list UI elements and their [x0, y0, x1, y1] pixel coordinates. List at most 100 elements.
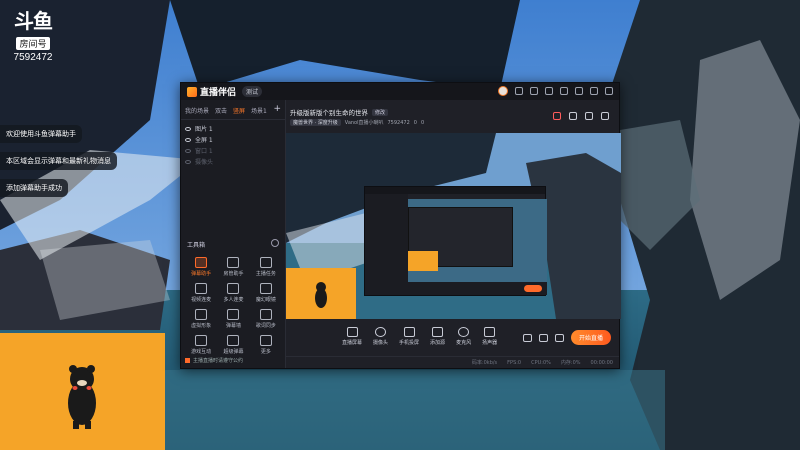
maximize-icon[interactable]: [590, 87, 598, 95]
chat-message: 添加弹幕助手成功: [0, 179, 68, 197]
tool-item[interactable]: 视频连麦: [185, 283, 217, 303]
tool-icon: [227, 309, 240, 320]
tool-label: 歌词同步: [255, 323, 276, 329]
minimize-icon[interactable]: [575, 87, 583, 95]
camera-overlay: [0, 333, 165, 450]
tool-icon: [259, 257, 272, 268]
tool-label: 主播任务: [255, 271, 276, 277]
control-button[interactable]: 扬声器: [482, 326, 498, 346]
source-item[interactable]: 摄像头: [185, 156, 281, 167]
gear-icon[interactable]: [554, 333, 564, 342]
control-button[interactable]: 添加源: [430, 326, 445, 346]
toolbox-grid: 弹幕助手 房管助手 主播任务视频连麦 多人连麦 魔幻眼镜虚拟形象 弹幕墙 歌词同步游戏互动 超…: [185, 257, 282, 355]
control-icon: [484, 326, 496, 337]
fans-count: 0: [420, 119, 425, 126]
danmu-chat-overlay: 欢迎使用斗鱼弹幕助手 本区域会显示弹幕和最新礼物消息 添加弹幕助手成功: [0, 125, 117, 206]
shield-icon[interactable]: [585, 112, 593, 120]
tool-item[interactable]: 超级弹幕: [217, 335, 249, 355]
tool-item[interactable]: 歌词同步: [250, 309, 282, 329]
tool-item[interactable]: 魔幻眼镜: [250, 283, 282, 303]
eye-icon[interactable]: [185, 148, 191, 153]
menu-icon[interactable]: [560, 87, 568, 95]
control-button[interactable]: 手机投屏: [399, 326, 420, 346]
notice-icon: [185, 358, 190, 363]
lock-icon[interactable]: [569, 112, 577, 120]
scene-panel: 我的场景 双击 竖屏 场景1 + 图片 1 全屏 1 窗口 1 摄像头 工具箱 …: [181, 100, 286, 368]
toolbox-title: 工具箱: [187, 242, 206, 249]
control-label: 扬声器: [482, 339, 498, 346]
control-label: 摄像头: [373, 339, 389, 346]
source-item[interactable]: 全屏 1: [185, 134, 281, 145]
tool-label: 弹幕墙: [225, 323, 241, 329]
room-number-label: 房间号: [16, 37, 50, 50]
top-actions: [553, 112, 609, 120]
source-item[interactable]: 窗口 1: [185, 145, 281, 156]
tool-item[interactable]: 游戏互动: [185, 335, 217, 355]
close-icon[interactable]: [605, 87, 613, 95]
control-icon: [432, 326, 444, 337]
tool-label: 魔幻眼镜: [255, 297, 276, 303]
likes-count: 0: [413, 119, 417, 126]
avatar[interactable]: [498, 86, 508, 96]
control-button[interactable]: 麦克风: [456, 326, 471, 346]
bear-mascot-icon: [315, 282, 327, 308]
status-item: CPU:0%: [531, 359, 551, 366]
eye-icon[interactable]: [185, 137, 191, 142]
scene-tabs: 我的场景 双击 竖屏 场景1 +: [181, 100, 285, 120]
control-label: 手机投屏: [399, 339, 420, 346]
message-icon[interactable]: [515, 87, 523, 95]
share-icon[interactable]: [601, 112, 609, 120]
control-button[interactable]: 摄像头: [373, 326, 389, 346]
tool-icon: [195, 283, 208, 294]
status-item: 码率:0kb/s: [471, 360, 498, 366]
status-item: 00:00:00: [590, 359, 613, 366]
window-controls: [498, 86, 613, 96]
tool-label: 房管助手: [223, 271, 244, 277]
tool-icon: [259, 335, 272, 346]
source-list: 图片 1 全屏 1 窗口 1 摄像头: [181, 120, 285, 170]
app-logo-icon: [187, 86, 197, 97]
tab-my-scenes[interactable]: 我的场景: [185, 106, 209, 115]
tool-item[interactable]: 主播任务: [250, 257, 282, 277]
edit-title-button[interactable]: 修改: [372, 108, 389, 116]
title-bar: 直播伴侣 测试: [181, 83, 619, 100]
app-logo: 直播伴侣: [187, 85, 236, 98]
add-scene-button[interactable]: +: [273, 105, 281, 115]
tool-icon: [195, 309, 208, 320]
tab-double[interactable]: 双击: [215, 106, 227, 115]
toolbox-settings-icon[interactable]: [271, 239, 279, 247]
tool-label: 更多: [260, 349, 271, 355]
tool-icon: [227, 283, 240, 294]
tool-item[interactable]: 弹幕助手: [185, 257, 217, 277]
version-badge[interactable]: 测试: [242, 86, 263, 97]
live-companion-window: 直播伴侣 测试 我的场景 双击 竖屏 场景1 + 图片 1 全屏 1 窗口 1 …: [180, 82, 621, 369]
eye-icon[interactable]: [185, 126, 191, 131]
room-number: 7592472: [13, 52, 53, 63]
tool-label: 游戏互动: [191, 349, 212, 355]
nested-preview-window: [364, 186, 547, 296]
room-badge: 斗鱼 房间号 7592472: [6, 10, 60, 63]
eye-icon[interactable]: [185, 159, 191, 164]
tool-icon: [195, 335, 208, 346]
tool-label: 多人连麦: [223, 297, 244, 303]
control-bar-right: 开始直播: [522, 330, 611, 345]
stream-preview[interactable]: [286, 133, 621, 319]
tool-icon: [227, 335, 240, 346]
tool-item[interactable]: 多人连麦: [217, 283, 249, 303]
gift-icon[interactable]: [553, 112, 561, 120]
start-live-button[interactable]: 开始直播: [570, 330, 611, 345]
tool-item[interactable]: 弹幕墙: [217, 309, 249, 329]
record-icon[interactable]: [522, 333, 532, 342]
settings-icon[interactable]: [530, 87, 538, 95]
skin-icon[interactable]: [545, 87, 553, 95]
tool-item[interactable]: 房管助手: [217, 257, 249, 277]
tool-item[interactable]: 虚拟形象: [185, 309, 217, 329]
tool-item[interactable]: 更多: [250, 335, 282, 355]
source-item[interactable]: 图片 1: [185, 123, 281, 134]
stream-info: Vanol直播小喇叭: [344, 120, 384, 126]
control-button[interactable]: 直播屏幕: [342, 326, 362, 346]
eye-icon[interactable]: [538, 333, 548, 342]
category-tag[interactable]: 魔兽世界 · 深度升级: [290, 119, 341, 126]
tab-vertical[interactable]: 竖屏: [233, 106, 245, 115]
tab-scene-1[interactable]: 场景1: [251, 106, 267, 115]
